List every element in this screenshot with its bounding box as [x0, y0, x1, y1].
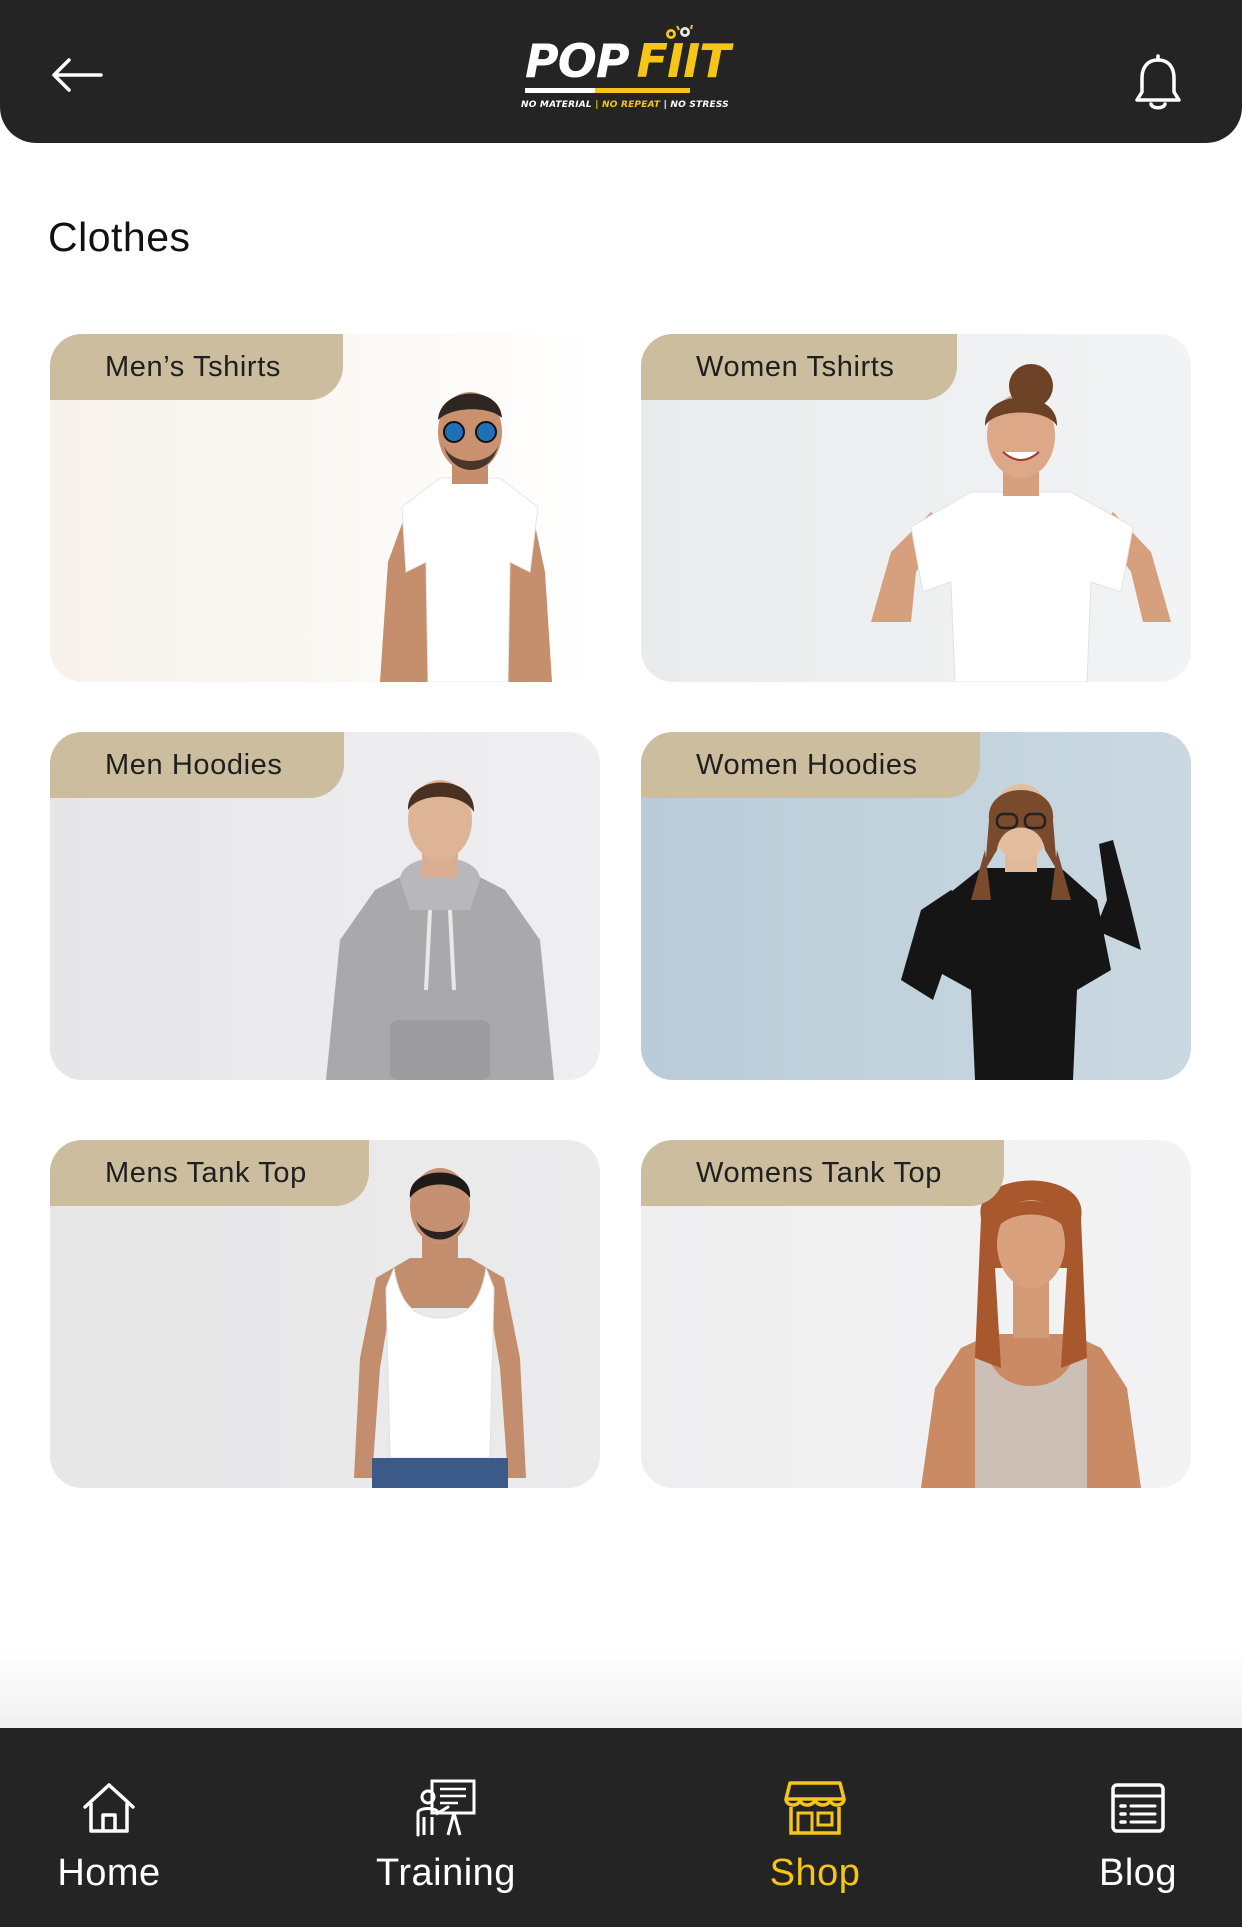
popfiit-logo: POP FIIT NO MATERIAL | NO REPEAT | NO STR…	[515, 24, 731, 116]
category-card-men-hoodies[interactable]: Men Hoodies	[50, 732, 600, 1080]
woman-tank-top-image	[921, 1180, 1141, 1488]
nav-item-home[interactable]: Home	[48, 1728, 170, 1927]
logo-underline-white	[525, 88, 595, 93]
tagline-sep-2: |	[663, 100, 668, 110]
tagline-part-3: NO STRESS	[670, 100, 729, 110]
shop-icon	[783, 1776, 847, 1840]
man-tshirt-image	[380, 392, 552, 682]
nav-label: Blog	[1098, 1852, 1178, 1894]
home-icon	[77, 1776, 141, 1840]
tagline-part-2: NO REPEAT	[602, 100, 661, 110]
notifications-button[interactable]	[1116, 40, 1200, 124]
page-title: Clothes	[48, 214, 191, 260]
category-label: Mens Tank Top	[50, 1140, 369, 1206]
category-label: Women Tshirts	[641, 334, 957, 400]
arrow-left-icon	[52, 58, 103, 92]
bottom-navigation: Home Training Shop Blog	[0, 1728, 1242, 1927]
logo-fiit: FIIT	[636, 34, 731, 88]
category-label: Women Hoodies	[641, 732, 980, 798]
category-label: Men’s Tshirts	[50, 334, 343, 400]
nav-label: Training	[376, 1852, 516, 1894]
woman-tshirt-image	[871, 364, 1171, 682]
category-label: Men Hoodies	[50, 732, 345, 798]
man-hoodie-image	[326, 780, 554, 1080]
back-button[interactable]	[44, 45, 110, 105]
bell-icon	[1135, 54, 1181, 110]
category-card-womens-tank-top[interactable]: Womens Tank Top	[641, 1140, 1191, 1488]
category-card-mens-tshirts[interactable]: Men’s Tshirts	[50, 334, 600, 682]
app-header: POP FIIT NO MATERIAL | NO REPEAT | NO STR…	[0, 0, 1242, 143]
nav-label: Shop	[769, 1852, 861, 1894]
nav-item-training[interactable]: Training	[372, 1728, 520, 1927]
nav-label: Home	[57, 1852, 161, 1894]
logo-pop: POP	[525, 34, 630, 88]
training-icon	[414, 1776, 478, 1840]
logo-tagline: NO MATERIAL | NO REPEAT | NO STRESS	[521, 100, 729, 110]
woman-hoodie-image	[901, 784, 1141, 1080]
tagline-sep-1: |	[595, 100, 599, 110]
category-label: Womens Tank Top	[641, 1140, 1004, 1206]
category-card-women-hoodies[interactable]: Women Hoodies	[641, 732, 1191, 1080]
category-card-women-tshirts[interactable]: Women Tshirts	[641, 334, 1191, 682]
man-tank-top-image	[354, 1168, 526, 1488]
tagline-part-1: NO MATERIAL	[521, 100, 592, 110]
nav-item-blog[interactable]: Blog	[1096, 1728, 1180, 1927]
logo-wordmark: POP FIIT	[525, 38, 731, 84]
category-card-mens-tank-top[interactable]: Mens Tank Top	[50, 1140, 600, 1488]
bottom-fade	[0, 1650, 1242, 1728]
blog-icon	[1106, 1776, 1170, 1840]
nav-item-shop[interactable]: Shop	[764, 1728, 866, 1927]
